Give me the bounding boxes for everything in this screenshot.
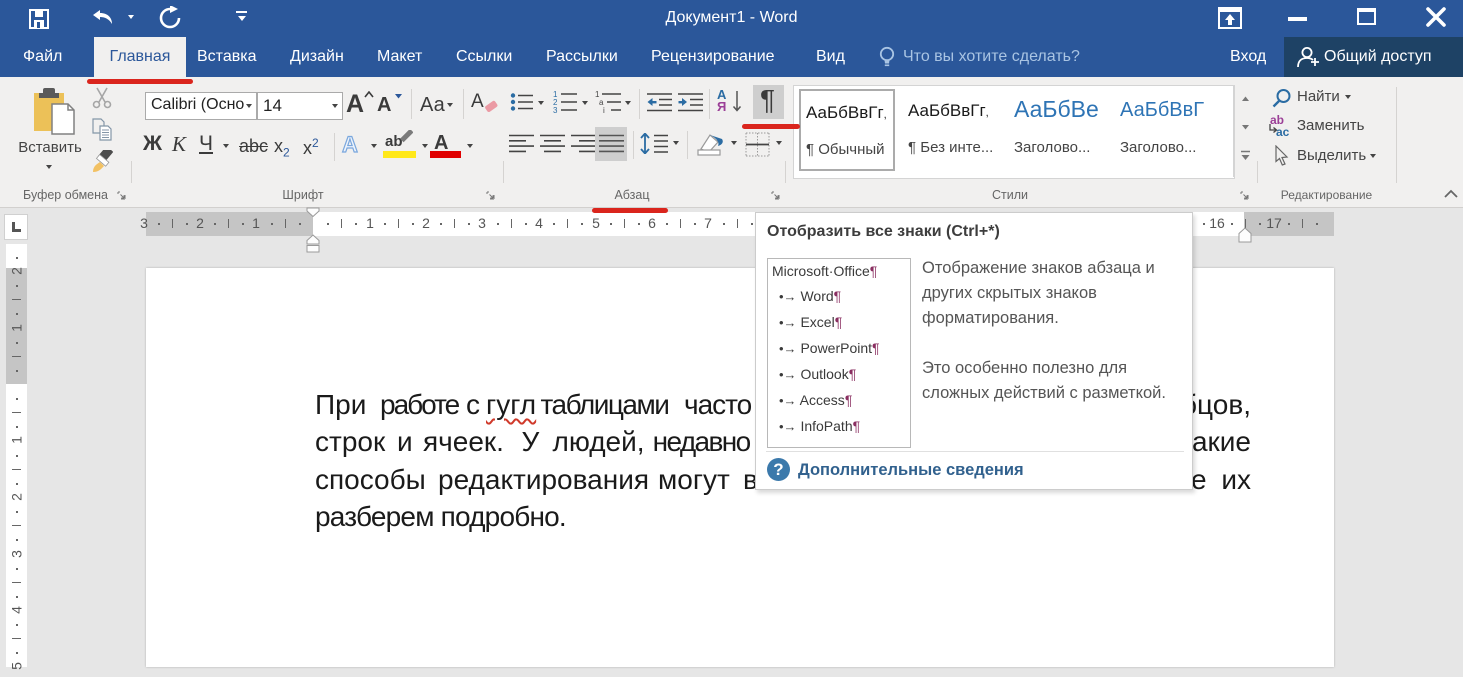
svg-text:3: 3 (553, 106, 558, 114)
svg-text:i: i (603, 106, 605, 114)
